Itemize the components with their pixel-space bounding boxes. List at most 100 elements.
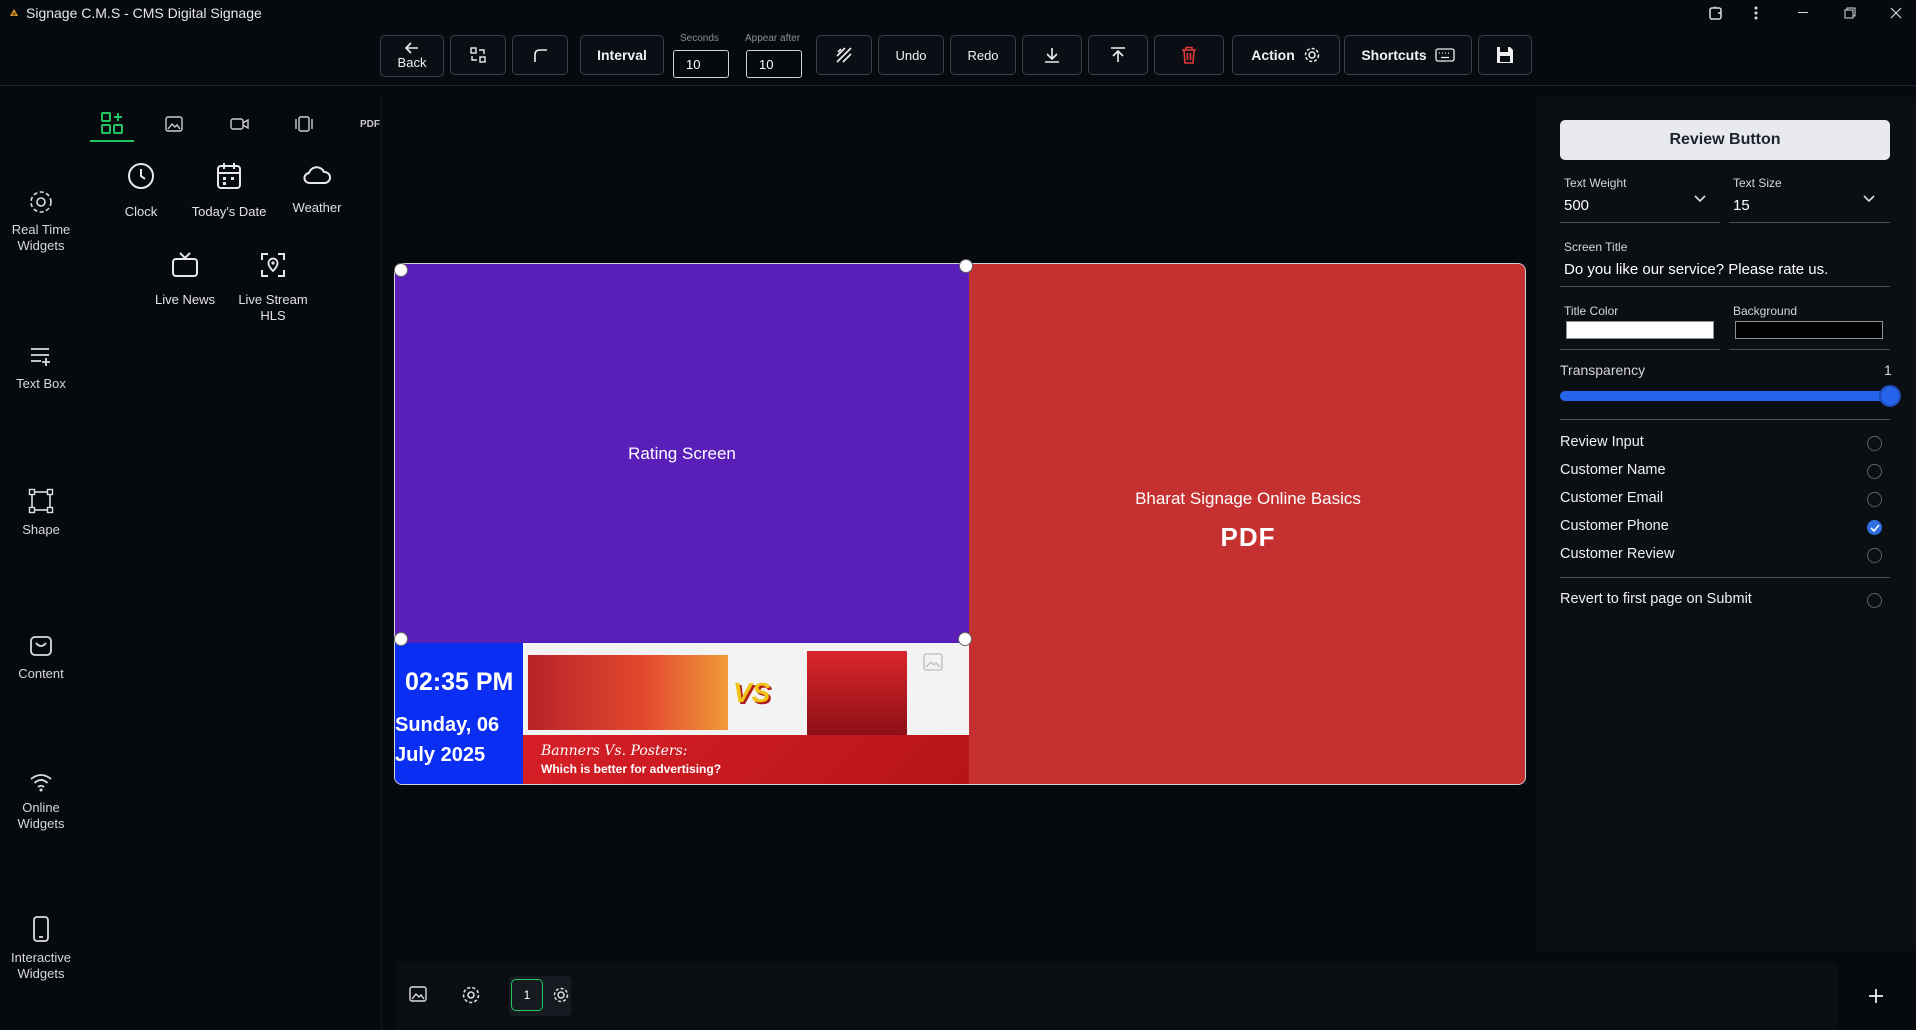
clock-widget-element[interactable]: 02:35 PM Sunday, 06 July 2025: [395, 643, 523, 784]
rail-item-online-widgets[interactable]: Online Widgets: [0, 772, 82, 832]
pdf-title: Bharat Signage Online Basics: [1135, 489, 1361, 508]
editor-toolbar: Back Interval Seconds 10 Appear after 10…: [0, 26, 1916, 86]
text-size-label: Text Size: [1733, 176, 1782, 190]
more-options-icon[interactable]: [1736, 0, 1776, 26]
text-weight-select[interactable]: 500: [1564, 197, 1589, 214]
delete-button[interactable]: [1154, 35, 1224, 75]
trash-icon: [1182, 46, 1196, 64]
customer-name-label: Customer Name: [1560, 462, 1666, 478]
action-button[interactable]: Action: [1232, 35, 1340, 75]
title-color-swatch[interactable]: [1566, 321, 1714, 339]
gear-icon: [1304, 47, 1320, 63]
rail-item-real-time-widgets[interactable]: Real Time Widgets: [0, 190, 82, 254]
rail-label: Shape: [22, 522, 60, 537]
customer-review-checkbox[interactable]: [1867, 548, 1882, 563]
live-stream-icon: [261, 253, 285, 277]
widget-label: Weather: [292, 200, 342, 215]
image-placeholder-icon: [923, 653, 943, 671]
pdf-element[interactable]: Bharat Signage Online Basics PDF: [969, 264, 1525, 784]
rail-item-shape[interactable]: Shape: [0, 488, 82, 538]
undo-button[interactable]: Undo: [878, 35, 944, 75]
widget-label: Today's Date: [191, 204, 267, 219]
revert-first-page-checkbox[interactable]: [1867, 593, 1882, 608]
settings-icon: [462, 986, 480, 1004]
rail-item-interactive-widgets[interactable]: Interactive Widgets: [0, 916, 82, 982]
back-button[interactable]: Back: [380, 35, 444, 77]
image-icon: [409, 986, 427, 1002]
review-input-label: Review Input: [1560, 434, 1644, 450]
rating-screen-element[interactable]: Rating Screen: [395, 264, 969, 643]
customer-phone-checkbox[interactable]: [1867, 520, 1882, 535]
widget-live-stream-hls[interactable]: Live Stream HLS: [229, 252, 317, 324]
corner-radius-button[interactable]: [512, 35, 568, 75]
background-color-swatch[interactable]: [1735, 321, 1883, 339]
save-button[interactable]: [1478, 35, 1532, 75]
text-size-select[interactable]: 15: [1733, 197, 1750, 214]
widget-panel: PDF Clock Today's Date Weather Live News…: [82, 96, 442, 1030]
tab-widgets[interactable]: [90, 106, 134, 142]
divider: [1560, 349, 1720, 350]
chevron-down-icon[interactable]: [1694, 195, 1706, 203]
widget-weather[interactable]: Weather: [273, 162, 361, 216]
page-gear-button[interactable]: [552, 986, 570, 1004]
window-title: Signage C.M.S - CMS Digital Signage: [26, 5, 262, 21]
interval-button[interactable]: Interval: [580, 35, 664, 75]
add-page-button[interactable]: [1868, 988, 1884, 1004]
tab-image[interactable]: [152, 106, 196, 142]
shortcuts-button[interactable]: Shortcuts: [1344, 35, 1472, 75]
resize-handle[interactable]: [958, 632, 972, 646]
title-color-label: Title Color: [1564, 304, 1619, 318]
rail-item-text-box[interactable]: Text Box: [0, 346, 82, 392]
rail-label: Interactive Widgets: [11, 950, 71, 981]
transparency-slider-thumb[interactable]: [1879, 385, 1901, 407]
shape-icon: [28, 488, 54, 514]
rail-label: Real Time Widgets: [11, 222, 71, 253]
banner-image-element[interactable]: VS Banners Vs. Posters: Which is better …: [523, 643, 969, 784]
chevron-down-icon[interactable]: [1863, 195, 1875, 203]
widget-todays-date[interactable]: Today's Date: [185, 162, 273, 220]
hatch-pattern-icon: [836, 47, 852, 63]
redo-button[interactable]: Redo: [950, 35, 1016, 75]
screen-title-input[interactable]: Do you like our service? Please rate us.: [1564, 261, 1828, 278]
customer-phone-label: Customer Phone: [1560, 518, 1669, 534]
appear-after-input[interactable]: 10: [746, 50, 802, 78]
background-image-button[interactable]: [409, 986, 427, 1002]
customer-email-label: Customer Email: [1560, 490, 1664, 506]
resize-handle[interactable]: [959, 259, 973, 273]
background-label: Background: [1733, 304, 1798, 318]
transparency-slider-track[interactable]: [1560, 391, 1890, 401]
close-icon[interactable]: [1876, 0, 1916, 26]
tab-carousel[interactable]: [282, 106, 326, 142]
resize-handle[interactable]: [394, 632, 408, 646]
widget-clock[interactable]: Clock: [97, 162, 185, 220]
design-stage[interactable]: Rating Screen Bharat Signage Online Basi…: [394, 263, 1526, 785]
page-settings-button[interactable]: [461, 985, 481, 1005]
left-rail: Real Time Widgets Text Box Shape Content…: [0, 96, 82, 1030]
phone-icon: [33, 916, 49, 942]
maximize-icon[interactable]: [1830, 0, 1870, 26]
page-1-thumb[interactable]: 1: [511, 979, 543, 1011]
swap-layout-button[interactable]: [450, 35, 506, 75]
rail-label: Online Widgets: [17, 800, 65, 831]
bring-front-button[interactable]: [1088, 35, 1148, 75]
pattern-button[interactable]: [816, 35, 872, 75]
rail-item-content[interactable]: Content: [0, 634, 82, 682]
extensions-icon[interactable]: [1696, 0, 1736, 26]
widgets-icon: [101, 112, 123, 134]
seconds-input[interactable]: 10: [673, 50, 729, 78]
resize-handle[interactable]: [394, 263, 408, 277]
rail-label: Text Box: [16, 376, 66, 391]
customer-email-checkbox[interactable]: [1867, 492, 1882, 507]
customer-name-checkbox[interactable]: [1867, 464, 1882, 479]
review-button-title[interactable]: Review Button: [1560, 120, 1890, 160]
appear-after-label: Appear after: [745, 33, 801, 44]
video-icon: [230, 118, 249, 130]
corner-radius-icon: [534, 49, 547, 62]
minimize-icon[interactable]: [1784, 0, 1824, 26]
banner-caption-title: Banners Vs. Posters:: [541, 743, 688, 759]
download-button[interactable]: [1022, 35, 1082, 75]
tab-video[interactable]: [218, 106, 262, 142]
shortcuts-label: Shortcuts: [1361, 47, 1427, 63]
widget-live-news[interactable]: Live News: [141, 252, 229, 308]
review-input-checkbox[interactable]: [1867, 436, 1882, 451]
